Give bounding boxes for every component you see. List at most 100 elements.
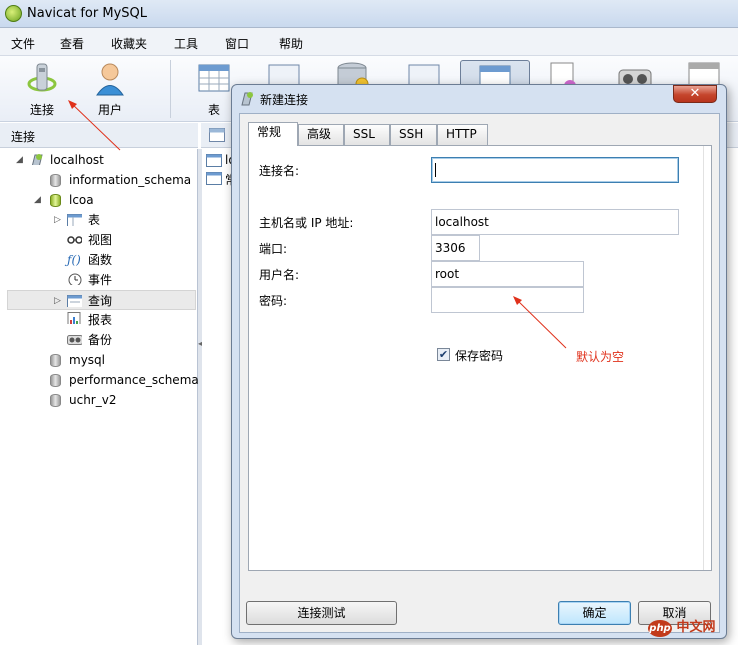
event-clock-icon	[68, 273, 82, 285]
table-icon	[206, 172, 222, 185]
text-caret	[435, 163, 436, 177]
expand-arrow-icon[interactable]: ▷	[54, 210, 61, 230]
password-label: 密码:	[259, 294, 288, 308]
dialog-body: 常规 高级 SSL SSH HTTP 连接名: 主机名或 IP 地址: loca…	[239, 113, 720, 633]
tree-node-views[interactable]: 视图	[0, 230, 196, 250]
host-label: 主机名或 IP 地址:	[259, 216, 354, 230]
connect-icon	[27, 63, 57, 92]
test-connection-button[interactable]: 连接测试	[246, 601, 397, 625]
port-input[interactable]: 3306	[431, 235, 480, 261]
tree-node-events[interactable]: 事件	[0, 270, 196, 290]
tree-node-mysql[interactable]: mysql	[0, 350, 196, 370]
tree-label: lcoa	[69, 193, 94, 207]
menu-window[interactable]: 窗口	[225, 35, 249, 52]
menu-bar: 文件 查看 收藏夹 工具 窗口 帮助	[0, 28, 738, 56]
tree-label: localhost	[50, 153, 104, 167]
connections-panel-header: 连接	[0, 123, 198, 148]
save-password-checkbox[interactable]: ✔	[437, 348, 450, 361]
connection-name-label: 连接名:	[259, 164, 300, 178]
tree-node-functions[interactable]: ƒ() 函数	[0, 250, 196, 270]
tree-label: 备份	[88, 333, 113, 347]
tab-general[interactable]: 常规	[248, 122, 298, 146]
tree-node-queries[interactable]: ▷ 查询	[7, 290, 196, 310]
user-icon	[96, 63, 124, 96]
tree-node-reports[interactable]: 报表	[0, 310, 196, 330]
username-label: 用户名:	[259, 268, 300, 282]
save-password-label: 保存密码	[455, 349, 504, 363]
tab-ssh[interactable]: SSH	[390, 124, 437, 145]
table-icon	[67, 214, 82, 226]
watermark-text: 中文网	[676, 620, 716, 635]
tree-label: mysql	[69, 353, 105, 367]
checkmark-icon: ✔	[438, 348, 449, 361]
function-icon: ƒ()	[67, 253, 81, 267]
tree-label: uchr_v2	[69, 393, 117, 407]
connect-button[interactable]: 连接	[14, 56, 70, 122]
tree-label: 函数	[88, 253, 113, 267]
tree-label: 事件	[88, 273, 113, 287]
tab-advanced[interactable]: 高级	[298, 124, 344, 145]
php-logo-icon: php	[648, 620, 672, 637]
tree-node-information-schema[interactable]: information_schema	[0, 170, 196, 190]
connection-name-input[interactable]	[431, 157, 679, 183]
tree-label: 表	[88, 213, 101, 227]
backup-icon	[67, 335, 82, 345]
general-tab-content: 连接名: 主机名或 IP 地址: localhost 端口: 3306 用户名:…	[248, 145, 712, 571]
menu-help[interactable]: 帮助	[279, 35, 303, 52]
port-label: 端口:	[259, 242, 288, 256]
table-icon	[206, 154, 222, 167]
user-button[interactable]: 用户	[84, 56, 136, 122]
menu-favorites[interactable]: 收藏夹	[111, 35, 147, 52]
open-table-icon[interactable]	[209, 128, 225, 142]
connections-header-label: 连接	[11, 130, 36, 144]
collapse-arrow-icon[interactable]: ◢	[34, 190, 41, 210]
user-label: 用户	[97, 103, 122, 117]
table-button[interactable]: 表	[192, 56, 236, 122]
table-icon	[198, 64, 230, 92]
query-icon	[67, 295, 82, 307]
connect-label: 连接	[29, 103, 54, 117]
dialog-close-button[interactable]: ✕	[673, 85, 717, 103]
content-scroll-gutter	[703, 146, 711, 570]
menu-view[interactable]: 查看	[60, 35, 84, 52]
tab-ssl[interactable]: SSL	[344, 124, 390, 145]
database-open-icon	[50, 194, 61, 207]
tree-node-backups[interactable]: 备份	[0, 330, 196, 350]
tab-http[interactable]: HTTP	[437, 124, 488, 145]
report-icon	[67, 312, 81, 324]
database-icon	[50, 374, 61, 387]
username-input[interactable]: root	[431, 261, 584, 287]
close-icon: ✕	[689, 86, 701, 101]
table-label: 表	[207, 103, 220, 117]
host-input[interactable]: localhost	[431, 209, 679, 235]
ok-button[interactable]: 确定	[558, 601, 631, 625]
tree-label: performance_schema	[69, 373, 199, 387]
database-icon	[50, 174, 61, 187]
navicat-logo-icon	[5, 5, 22, 22]
menu-tools[interactable]: 工具	[174, 35, 198, 52]
connection-icon	[241, 92, 253, 106]
tree-node-tables[interactable]: ▷ 表	[0, 210, 196, 230]
new-connection-dialog: 新建连接 ✕ 常规 高级 SSL SSH HTTP 连接名: 主机名或 IP 地…	[231, 84, 727, 639]
toolbar-separator	[170, 60, 171, 118]
tree-label: 查询	[88, 294, 113, 308]
password-input[interactable]	[431, 287, 584, 313]
annotation-note: 默认为空	[576, 350, 625, 364]
php-cn-watermark: php 中文网	[648, 616, 716, 637]
view-glasses-icon	[67, 236, 82, 244]
tree-node-lcoa[interactable]: ◢ lcoa	[0, 190, 196, 210]
database-icon	[50, 354, 61, 367]
menu-file[interactable]: 文件	[11, 35, 35, 52]
tree-node-localhost[interactable]: ◢ localhost	[0, 150, 196, 170]
tree-node-uchr-v2[interactable]: uchr_v2	[0, 390, 196, 410]
connection-icon	[31, 154, 43, 165]
expand-arrow-icon[interactable]: ▷	[54, 291, 61, 311]
tree-label: 视图	[88, 233, 113, 247]
dialog-title: 新建连接	[260, 93, 309, 107]
tree-label: information_schema	[69, 173, 192, 187]
collapse-arrow-icon[interactable]: ◢	[16, 150, 23, 170]
connection-tree: ◢ localhost information_schema ◢ lcoa ▷ …	[0, 149, 199, 645]
database-icon	[50, 394, 61, 407]
window-titlebar: Navicat for MySQL	[0, 0, 738, 28]
tree-node-performance-schema[interactable]: performance_schema	[0, 370, 199, 390]
